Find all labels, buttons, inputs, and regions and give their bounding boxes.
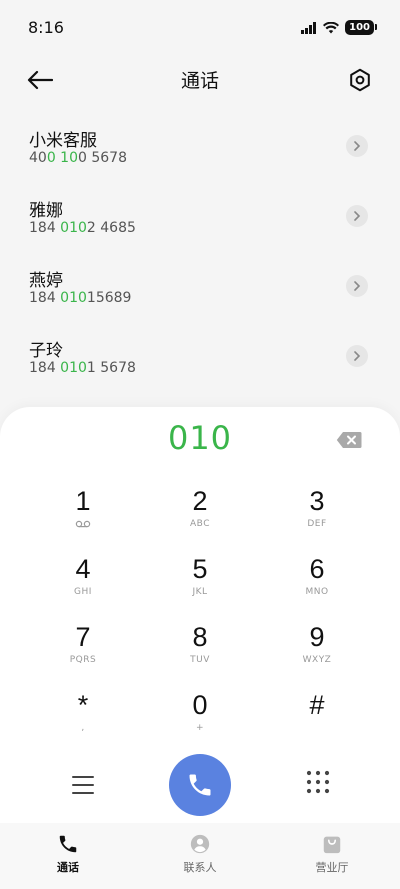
bottom-tab-bar: 通话 联系人 营业厅 [0, 823, 400, 889]
contact-number: 400 100 5678 [29, 150, 127, 166]
key-digit: 4 [75, 554, 91, 584]
key-digit: # [309, 690, 325, 720]
key-1[interactable]: 1 [28, 485, 138, 545]
key-letters: + [195, 723, 205, 733]
contact-row[interactable]: 子玲 184 0101 5678 [0, 325, 400, 395]
contact-list: 小米客服 400 100 5678 雅娜 184 0102 4685 燕婷 18… [0, 115, 400, 395]
key-digit: 7 [75, 622, 91, 652]
phone-icon [189, 774, 211, 796]
number-prefix: 184 [29, 290, 61, 306]
contact-detail-button[interactable] [346, 345, 368, 367]
number-suffix: 15689 [86, 290, 132, 306]
number-match: 010 [60, 290, 87, 306]
tab-contacts[interactable]: 联系人 [150, 833, 250, 875]
contact-row[interactable]: 小米客服 400 100 5678 [0, 115, 400, 185]
dialer-actions [0, 753, 400, 817]
key-letters: ABC [190, 519, 210, 529]
settings-button[interactable] [344, 64, 376, 96]
number-prefix: 184 [29, 360, 61, 376]
key-digit: 2 [192, 486, 208, 516]
key-hash[interactable]: # [262, 689, 372, 749]
chevron-right-icon [354, 141, 361, 151]
key-digit: 3 [309, 486, 325, 516]
tab-label: 联系人 [183, 861, 217, 874]
chevron-right-icon [354, 281, 361, 291]
page-title: 通话 [180, 70, 219, 92]
key-digit: 6 [309, 554, 325, 584]
battery-icon: 100 [345, 20, 377, 35]
key-digit: 8 [192, 622, 208, 652]
key-5[interactable]: 5 JKL [145, 553, 255, 613]
dialer-panel: 010 1 2 ABC 3 DEF 4 GHI 5 JKL 6 MNO 7 PQ… [0, 407, 400, 889]
number-prefix: 184 [29, 220, 61, 236]
key-letters: PQRS [69, 655, 97, 665]
number-suffix: 0 5678 [78, 150, 127, 166]
contact-name: 小米客服 [29, 131, 97, 151]
key-digit: * [77, 690, 89, 720]
number-prefix: 40 [29, 150, 47, 166]
dialpad-toggle-button[interactable] [304, 768, 332, 796]
status-icons: 100 [301, 20, 377, 35]
key-letters: JKL [192, 587, 208, 597]
number-match: 010 [60, 220, 87, 236]
contact-number: 184 01015689 [29, 290, 131, 306]
signal-icon [301, 21, 317, 34]
contact-number: 184 0102 4685 [29, 220, 136, 236]
backspace-button[interactable] [336, 431, 362, 449]
number-match: 0 10 [46, 150, 78, 166]
shopping-bag-icon [323, 836, 341, 854]
contact-row[interactable]: 雅娜 184 0102 4685 [0, 185, 400, 255]
contact-name: 子玲 [29, 341, 63, 361]
backspace-icon [336, 432, 362, 448]
tab-label: 通话 [57, 861, 79, 874]
key-letters: TUV [190, 655, 210, 665]
wifi-icon [323, 21, 340, 33]
key-2[interactable]: 2 ABC [145, 485, 255, 545]
contact-detail-button[interactable] [346, 135, 368, 157]
voicemail-icon [75, 520, 91, 528]
key-letters: WXYZ [302, 655, 332, 665]
header: 通话 [0, 56, 400, 102]
key-7[interactable]: 7 PQRS [28, 621, 138, 681]
key-digit: 1 [75, 486, 91, 516]
tab-service-hall[interactable]: 营业厅 [282, 833, 382, 875]
key-digit: 5 [192, 554, 208, 584]
status-time: 8:16 [28, 18, 64, 37]
phone-icon [59, 835, 77, 853]
key-star[interactable]: * , [28, 689, 138, 749]
chevron-right-icon [354, 211, 361, 221]
contact-number: 184 0101 5678 [29, 360, 136, 376]
number-suffix: 1 5678 [86, 360, 136, 376]
contact-row[interactable]: 燕婷 184 01015689 [0, 255, 400, 325]
menu-button[interactable] [67, 771, 99, 799]
key-9[interactable]: 9 WXYZ [262, 621, 372, 681]
key-6[interactable]: 6 MNO [262, 553, 372, 613]
chevron-right-icon [354, 351, 361, 361]
key-letters: , [81, 723, 85, 733]
contact-detail-button[interactable] [346, 205, 368, 227]
key-4[interactable]: 4 GHI [28, 553, 138, 613]
key-letters: GHI [74, 587, 92, 597]
key-digit: 0 [192, 690, 208, 720]
contact-name: 燕婷 [29, 271, 63, 291]
status-bar: 8:16 100 [0, 0, 400, 56]
call-button[interactable] [169, 754, 231, 816]
number-match: 010 [60, 360, 87, 376]
menu-icon [72, 776, 94, 794]
key-8[interactable]: 8 TUV [145, 621, 255, 681]
dialpad-icon [306, 770, 330, 794]
number-suffix: 2 4685 [86, 220, 136, 236]
contact-name: 雅娜 [29, 201, 63, 221]
key-digit: 9 [309, 622, 325, 652]
tab-label: 营业厅 [315, 861, 349, 874]
contact-detail-button[interactable] [346, 275, 368, 297]
contact-icon [190, 834, 210, 854]
key-3[interactable]: 3 DEF [262, 485, 372, 545]
key-letters: MNO [305, 587, 329, 597]
key-0[interactable]: 0 + [145, 689, 255, 749]
gear-icon [350, 68, 370, 92]
key-letters: DEF [307, 519, 327, 529]
tab-calls[interactable]: 通话 [18, 833, 118, 875]
